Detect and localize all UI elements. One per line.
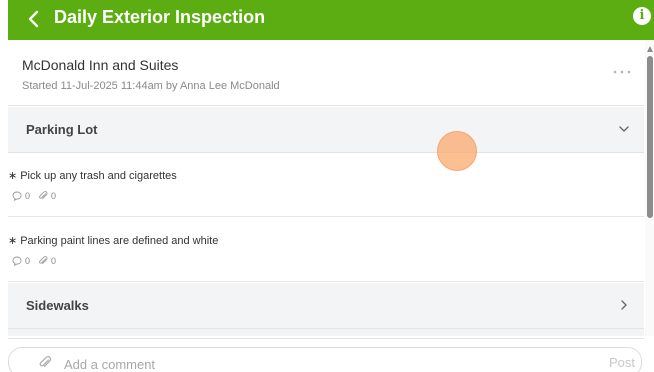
post-button[interactable]: Post	[609, 355, 635, 370]
inspection-content: McDonald Inn and Suites Started 11-Jul-2…	[8, 40, 644, 336]
touch-indicator	[437, 131, 477, 171]
more-horizontal-icon[interactable]	[612, 68, 632, 76]
app-header: Daily Exterior Inspection i	[8, 0, 654, 40]
section-header-next[interactable]	[8, 329, 644, 336]
scroll-up-arrow-icon[interactable]	[647, 46, 653, 52]
section-header-parking-lot[interactable]: Parking Lot	[8, 107, 644, 153]
comment-icon[interactable]	[12, 256, 22, 266]
item-meta: 0 0	[12, 256, 64, 266]
required-marker: ∗	[8, 170, 18, 182]
section-header-sidewalks[interactable]: Sidewalks	[8, 283, 644, 329]
required-marker: ∗	[8, 235, 18, 247]
site-name: McDonald Inn and Suites	[22, 57, 179, 73]
checklist-item-label: ∗ Pick up any trash and cigarettes	[8, 169, 177, 182]
attachment-count: 0	[51, 191, 57, 201]
attachment-count: 0	[51, 256, 57, 266]
comment-count: 0	[25, 256, 31, 266]
comment-input[interactable]	[64, 354, 564, 372]
checklist-item-text: Pick up any trash and cigarettes	[20, 170, 177, 182]
comment-bar: Post	[8, 338, 644, 372]
checklist-item[interactable]: ∗ Pick up any trash and cigarettes 0 0	[8, 153, 644, 217]
chevron-right-icon	[621, 300, 627, 310]
comment-icon[interactable]	[12, 191, 22, 201]
chevron-left-icon[interactable]	[26, 9, 42, 29]
info-icon[interactable]: i	[633, 7, 651, 25]
checklist-item-label: ∗ Parking paint lines are defined and whi…	[8, 234, 218, 247]
checklist-item-text: Parking paint lines are defined and whit…	[20, 235, 219, 247]
paperclip-icon[interactable]	[38, 356, 52, 370]
section-title: Parking Lot	[26, 122, 98, 137]
paperclip-icon[interactable]	[38, 256, 48, 266]
comment-count: 0	[25, 191, 31, 201]
inspection-started-info: Started 11-Jul-2025 11:44am by Anna Lee …	[22, 80, 280, 92]
scrollbar-thumb[interactable]	[647, 56, 653, 218]
chevron-down-icon	[619, 126, 629, 132]
site-summary: McDonald Inn and Suites Started 11-Jul-2…	[8, 40, 644, 106]
paperclip-icon[interactable]	[38, 191, 48, 201]
page-title: Daily Exterior Inspection	[54, 7, 266, 27]
checklist-item[interactable]: ∗ Parking paint lines are defined and whi…	[8, 218, 644, 282]
item-meta: 0 0	[12, 191, 64, 201]
section-title: Sidewalks	[26, 298, 89, 313]
